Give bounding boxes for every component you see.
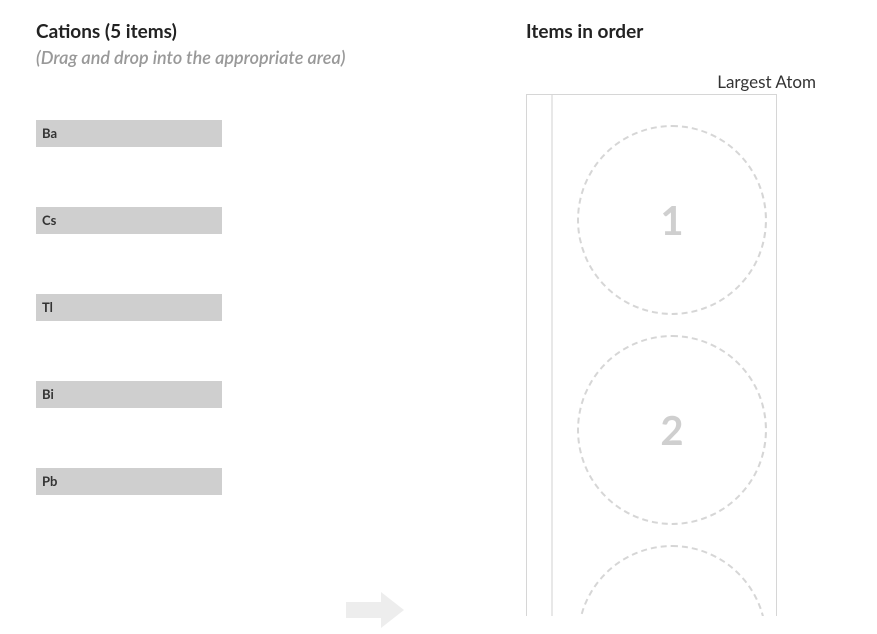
source-title: Cations (5 items)	[36, 20, 486, 45]
arrow-right-icon	[346, 590, 406, 634]
draggable-item-tl[interactable]: Tl	[36, 294, 222, 321]
drop-slot-2[interactable]: 2	[577, 335, 767, 525]
drop-area[interactable]: 1 2 3	[526, 94, 777, 616]
draggable-items-list: Ba Cs Tl Bi Pb	[36, 120, 486, 495]
axis-label-top: Largest Atom	[526, 71, 846, 92]
instruction-text: (Drag and drop into the appropriate area…	[36, 45, 486, 70]
drop-slot-3[interactable]: 3	[577, 545, 767, 616]
target-title: Items in order	[526, 20, 846, 43]
target-panel: Items in order Largest Atom 1 2 3	[526, 20, 846, 616]
draggable-item-bi[interactable]: Bi	[36, 381, 222, 408]
draggable-item-cs[interactable]: Cs	[36, 207, 222, 234]
source-panel: Cations (5 items) (Drag and drop into th…	[36, 20, 486, 616]
draggable-item-ba[interactable]: Ba	[36, 120, 222, 147]
drop-slot-1[interactable]: 1	[577, 125, 767, 315]
draggable-item-pb[interactable]: Pb	[36, 468, 222, 495]
